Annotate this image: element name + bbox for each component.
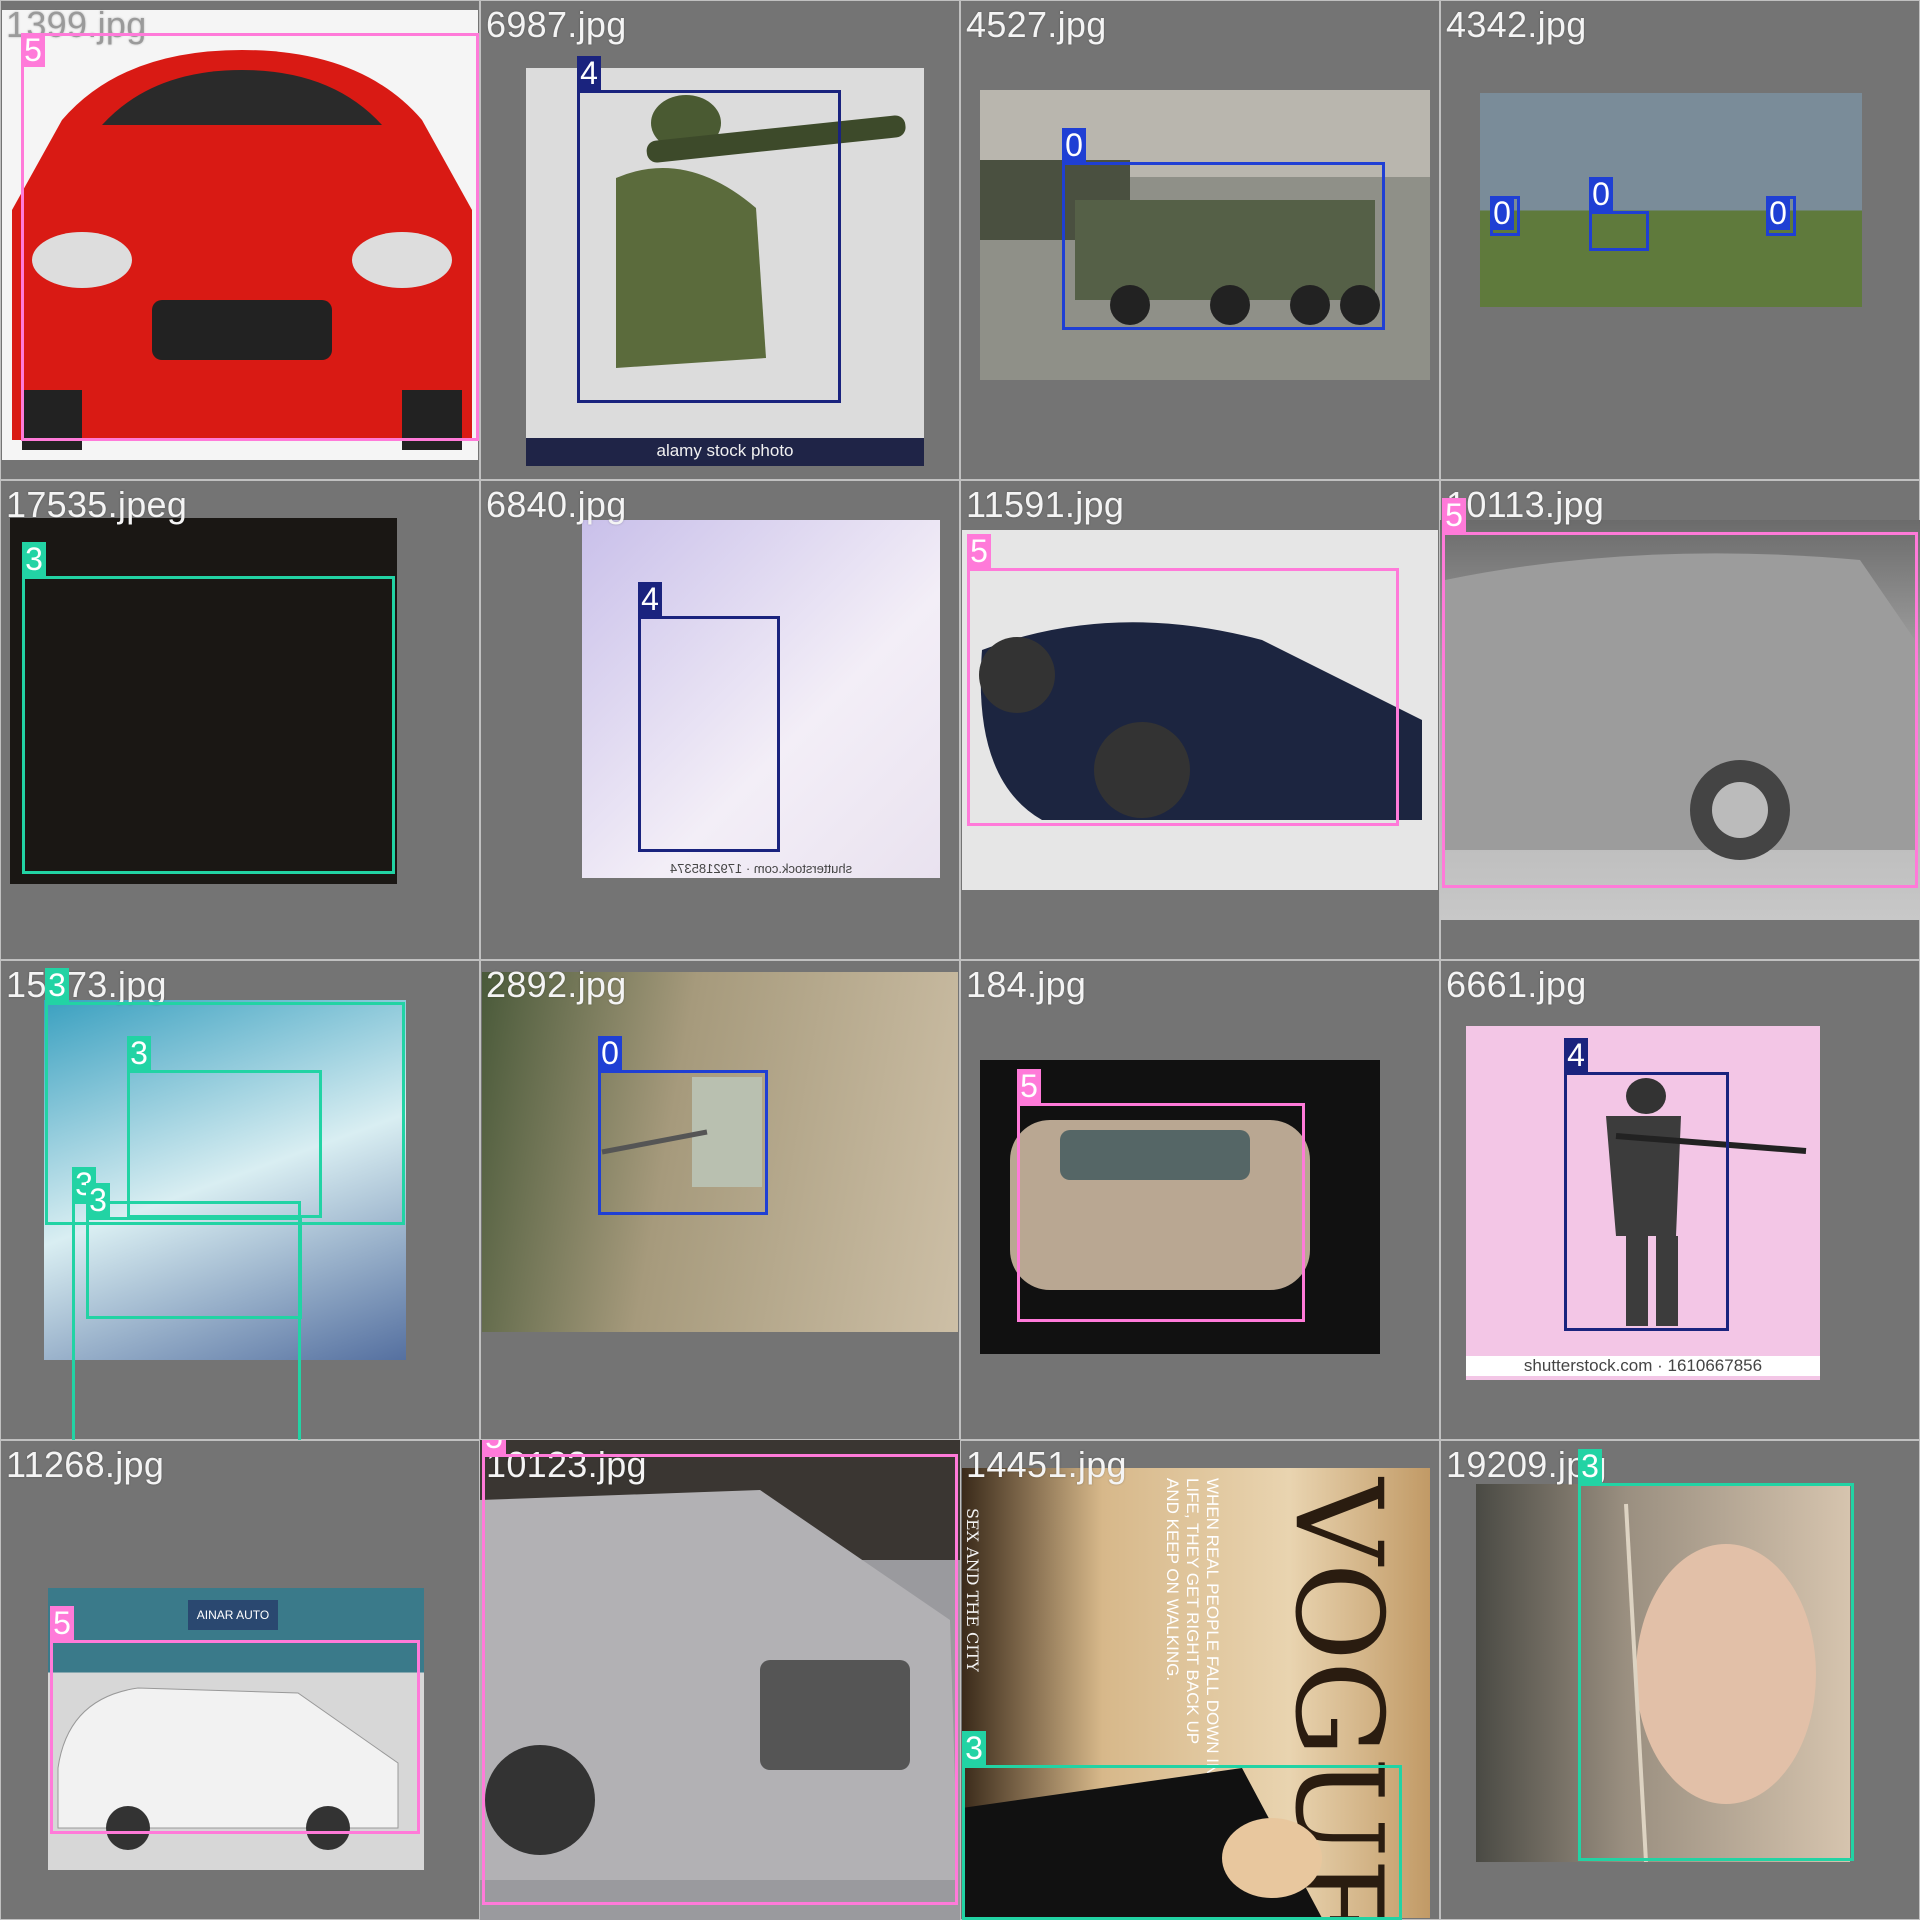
class-label-4: 4 bbox=[1564, 1038, 1588, 1072]
filename-label: 6987.jpg bbox=[486, 4, 627, 45]
tile-10123[interactable]: 10123.jpg 5 bbox=[480, 1440, 960, 1920]
filename-label: 11591.jpg bbox=[966, 484, 1125, 525]
bbox-class-0 bbox=[1062, 162, 1385, 330]
tile-6840[interactable]: shutterstock.com · 1792185374 6840.jpg 4 bbox=[480, 480, 960, 960]
tile-4527[interactable]: 4527.jpg 0 bbox=[960, 0, 1440, 480]
image-grid: 1399.jpg 5 alamy stock photo 6987.jpg 4 bbox=[0, 0, 1920, 1920]
tile-6661[interactable]: shutterstock.com · 1610667856 6661.jpg 4 bbox=[1440, 960, 1920, 1440]
filename-label: 6840.jpg bbox=[486, 484, 627, 525]
tile-2892[interactable]: 2892.jpg 0 bbox=[480, 960, 960, 1440]
class-label-3: 3 bbox=[127, 1036, 151, 1070]
filename-label: 11268.jpg bbox=[6, 1444, 165, 1485]
bbox-class-3 bbox=[22, 576, 395, 874]
bbox-class-4 bbox=[577, 90, 841, 403]
bbox-class-3 bbox=[127, 1070, 322, 1218]
class-label-0: 0 bbox=[1490, 196, 1514, 230]
tile-4342[interactable]: 4342.jpg 0 0 0 bbox=[1440, 0, 1920, 480]
watermark-text: shutterstock.com · 1610667856 bbox=[1466, 1356, 1820, 1376]
filename-label: 184.jpg bbox=[966, 964, 1087, 1005]
bbox-class-3 bbox=[86, 1217, 302, 1319]
class-label-0: 0 bbox=[1062, 128, 1086, 162]
filename-label: 14451.jpg bbox=[966, 1444, 1127, 1485]
tile-17535[interactable]: 17535.jpeg 3 bbox=[0, 480, 480, 960]
tile-10113[interactable]: 10113.jpg 5 bbox=[1440, 480, 1920, 960]
class-label-0: 0 bbox=[598, 1036, 622, 1070]
tile-184[interactable]: 184.jpg 5 bbox=[960, 960, 1440, 1440]
bbox-class-5 bbox=[482, 1454, 958, 1905]
bbox-class-0 bbox=[598, 1070, 768, 1215]
filename-label: 17535.jpeg bbox=[6, 484, 188, 525]
filename-label: 4527.jpg bbox=[966, 4, 1107, 45]
class-label-4: 4 bbox=[638, 582, 662, 616]
tile-15373[interactable]: 15373.jpg 3 3 3 3 bbox=[0, 960, 480, 1440]
bbox-class-5 bbox=[1442, 532, 1918, 888]
bbox-class-5 bbox=[50, 1640, 420, 1834]
tile-14451[interactable]: VOGUE WHEN REAL PEOPLE FALL DOWN IN LIFE… bbox=[960, 1440, 1440, 1920]
filename-label: 10113.jpg bbox=[1446, 484, 1605, 525]
watermark-text: shutterstock.com · 1792185374 bbox=[669, 861, 853, 876]
image-field-landscape bbox=[1480, 93, 1862, 307]
bbox-class-5 bbox=[967, 568, 1399, 826]
tile-11591[interactable]: 11591.jpg 5 bbox=[960, 480, 1440, 960]
bbox-class-3 bbox=[1578, 1483, 1854, 1861]
filename-label: 4342.jpg bbox=[1446, 4, 1587, 45]
bbox-class-5 bbox=[21, 33, 479, 441]
class-label-3: 3 bbox=[962, 1731, 986, 1765]
bbox-class-4 bbox=[1564, 1072, 1729, 1331]
tile-1399[interactable]: 1399.jpg 5 bbox=[0, 0, 480, 480]
bbox-class-0 bbox=[1589, 211, 1649, 251]
watermark-text: alamy stock photo bbox=[656, 441, 794, 460]
class-label-3: 3 bbox=[86, 1183, 110, 1217]
class-label-0: 0 bbox=[1766, 196, 1790, 230]
class-label-5: 5 bbox=[482, 1440, 506, 1454]
class-label-3: 3 bbox=[1578, 1449, 1602, 1483]
bbox-class-5 bbox=[1017, 1103, 1305, 1322]
bbox-class-3 bbox=[962, 1765, 1402, 1920]
filename-label: 6661.jpg bbox=[1446, 964, 1587, 1005]
tile-19209[interactable]: 19209.jpg 3 bbox=[1440, 1440, 1920, 1920]
bbox-class-4 bbox=[638, 616, 780, 852]
class-label-5: 5 bbox=[967, 534, 991, 568]
class-label-5: 5 bbox=[21, 33, 45, 67]
class-label-3: 3 bbox=[22, 542, 46, 576]
tile-6987[interactable]: alamy stock photo 6987.jpg 4 bbox=[480, 0, 960, 480]
class-label-5: 5 bbox=[50, 1606, 74, 1640]
filename-label: 2892.jpg bbox=[486, 964, 627, 1005]
class-label-3: 3 bbox=[45, 968, 69, 1002]
tile-11268[interactable]: AINAR AUTO 11268.jpg 5 bbox=[0, 1440, 480, 1920]
class-label-5: 5 bbox=[1017, 1069, 1041, 1103]
class-label-5: 5 bbox=[1442, 498, 1466, 532]
class-label-0: 0 bbox=[1589, 177, 1613, 211]
class-label-4: 4 bbox=[577, 56, 601, 90]
